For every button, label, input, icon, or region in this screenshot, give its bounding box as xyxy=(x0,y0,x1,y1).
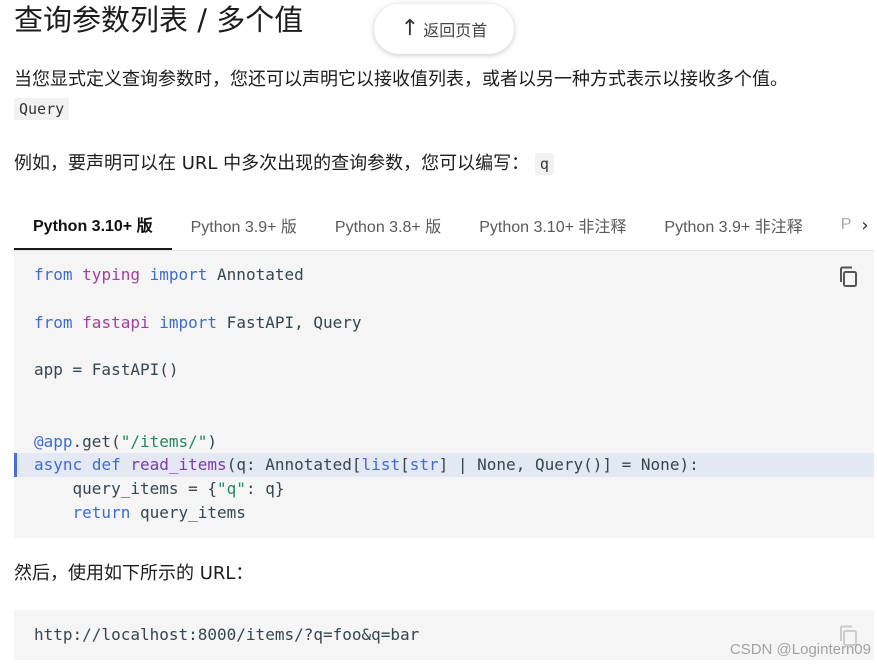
copy-icon[interactable] xyxy=(838,265,860,289)
keyword: def xyxy=(91,455,121,474)
code-text: (q: Annotated[ xyxy=(226,455,362,474)
keyword: async xyxy=(34,455,83,474)
builtin: list xyxy=(361,455,401,474)
example-paragraph: 例如，要声明可以在 URL 中多次出现的查询参数，您可以编写： q xyxy=(14,150,554,178)
code-line-1: from typing import Annotated xyxy=(34,263,304,287)
module-name: typing xyxy=(82,265,140,284)
keyword: from xyxy=(34,313,73,332)
tab-python-310[interactable]: Python 3.10+ 版 xyxy=(14,200,172,250)
code-line-3: from fastapi import FastAPI, Query xyxy=(34,311,362,335)
string-literal: "/items/" xyxy=(120,432,208,451)
code-text: ] | None, Query()] = None): xyxy=(438,455,699,474)
code-text: .get( xyxy=(72,432,121,451)
watermark: CSDN @Logintern09 xyxy=(729,641,871,658)
string-literal: "q" xyxy=(217,479,246,498)
keyword: import xyxy=(149,265,208,284)
keyword: from xyxy=(34,265,73,284)
back-to-top-button[interactable]: ↑ 返回页首 xyxy=(374,4,514,54)
code-line-8: @app.get("/items/") xyxy=(34,430,217,454)
code-text: [ xyxy=(400,455,410,474)
code-text: Annotated xyxy=(207,265,304,284)
tab-python-310-non-annotated[interactable]: Python 3.10+ 非注释 xyxy=(460,200,645,250)
example-text: 例如，要声明可以在 URL 中多次出现的查询参数，您可以编写： xyxy=(14,153,530,174)
page-title: 查询参数列表 / 多个值 xyxy=(14,3,304,37)
then-paragraph: 然后，使用如下所示的 URL： xyxy=(14,563,254,584)
chevron-right-icon[interactable]: › xyxy=(855,200,874,250)
function-name: read_items xyxy=(130,455,227,474)
tab-more[interactable]: P xyxy=(822,200,856,250)
code-text: FastAPI, Query xyxy=(217,313,362,332)
tab-python-39[interactable]: Python 3.9+ 版 xyxy=(172,200,316,250)
keyword: return xyxy=(72,503,131,522)
module-name: fastapi xyxy=(82,313,150,332)
builtin: str xyxy=(409,455,439,474)
q-inline-code: q xyxy=(534,153,554,175)
code-text: query_items = { xyxy=(34,479,218,498)
code-text: : q} xyxy=(245,479,285,498)
keyword: import xyxy=(159,313,218,332)
code-line-10: query_items = {"q": q} xyxy=(34,477,285,501)
query-inline-code: Query xyxy=(14,98,70,120)
code-line-5: app = FastAPI() xyxy=(34,360,179,379)
query-code: Query xyxy=(14,98,70,120)
intro-paragraph: 当您显式定义查询参数时，您还可以声明它以接收值列表，或者以另一种方式表示以接收多… xyxy=(14,69,788,90)
arrow-up-icon: ↑ xyxy=(400,16,420,41)
code-text: query_items xyxy=(130,503,246,522)
back-to-top-label: 返回页首 xyxy=(423,21,488,40)
code-text: ) xyxy=(207,432,218,451)
decorator: @app xyxy=(34,432,73,451)
tab-python-38[interactable]: Python 3.8+ 版 xyxy=(316,200,460,250)
url-code-line: http://localhost:8000/items/?q=foo&q=bar xyxy=(34,625,420,644)
tab-python-39-non-annotated[interactable]: Python 3.9+ 非注释 xyxy=(645,200,821,250)
code-line-9: async def read_items(q: Annotated[list[s… xyxy=(34,453,699,477)
code-line-11: return query_items xyxy=(34,501,246,525)
code-block-python: from typing import Annotated from fastap… xyxy=(14,251,874,538)
version-tabs: Python 3.10+ 版 Python 3.9+ 版 Python 3.8+… xyxy=(14,200,874,251)
